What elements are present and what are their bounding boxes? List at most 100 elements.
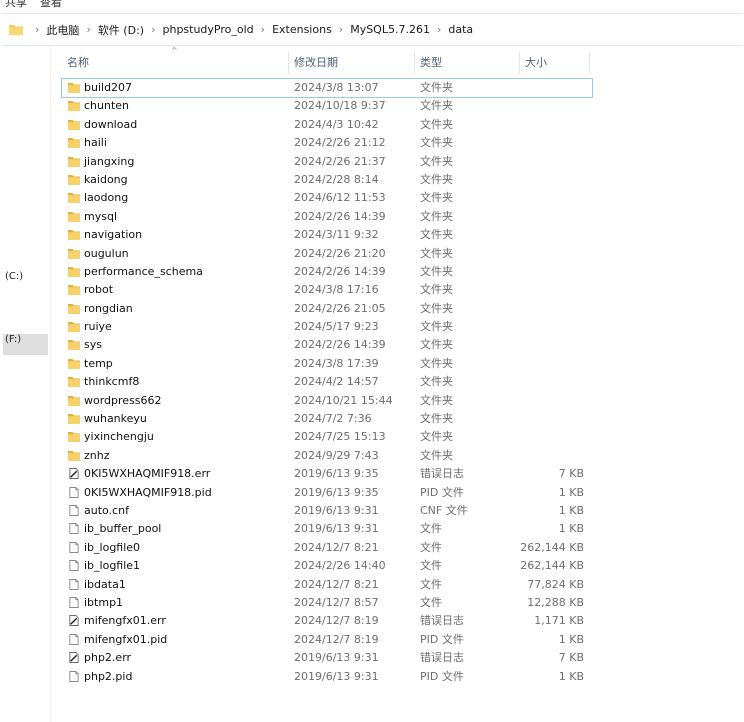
file-name: rongdian xyxy=(84,301,133,315)
file-modified-date: 2024/4/2 14:57 xyxy=(294,375,379,389)
file-row[interactable]: ibdata1 2024/12/7 8:21 文件 77,824 KB xyxy=(62,576,592,594)
file-name: robot xyxy=(84,283,114,297)
column-header-size[interactable]: 大小 xyxy=(520,52,590,74)
file-type: 文件 xyxy=(420,595,442,609)
folder-row[interactable]: wuhankeyu 2024/7/2 7:36 文件夹 xyxy=(62,410,592,428)
file-icon xyxy=(68,578,80,590)
folder-row[interactable]: yixinchengju 2024/7/25 15:13 文件夹 xyxy=(62,428,592,446)
folder-row[interactable]: sys 2024/2/26 14:39 文件夹 xyxy=(62,336,592,354)
folder-row[interactable]: build207 2024/3/8 13:07 文件夹 xyxy=(61,77,593,99)
address-bar[interactable]: › 此电脑 › 软件 (D:) › phpstudyPro_old › Exte… xyxy=(2,13,742,46)
breadcrumb-phpstudy[interactable]: phpstudyPro_old xyxy=(162,23,253,36)
error-log-icon xyxy=(68,652,80,664)
folder-row[interactable]: laodong 2024/6/12 11:53 文件夹 xyxy=(62,189,592,207)
ribbon-tab-share[interactable]: 共享 xyxy=(5,0,27,10)
file-type: 文件 xyxy=(420,540,442,554)
file-row[interactable]: auto.cnf 2019/6/13 9:31 CNF 文件 1 KB xyxy=(62,502,592,520)
folder-icon xyxy=(68,174,80,185)
file-type: 文件夹 xyxy=(420,448,453,462)
ribbon-tab-view[interactable]: 查看 xyxy=(40,0,62,10)
file-row[interactable]: php2.pid 2019/6/13 9:31 PID 文件 1 KB xyxy=(62,668,592,686)
file-name: sys xyxy=(84,338,102,352)
file-row[interactable]: ib_buffer_pool 2019/6/13 9:31 文件 1 KB xyxy=(62,520,592,538)
file-row[interactable]: mifengfx01.pid 2024/12/7 8:19 PID 文件 1 KB xyxy=(62,631,592,649)
folder-row[interactable]: haili 2024/2/26 21:12 文件夹 xyxy=(62,134,592,152)
breadcrumb-drive-d[interactable]: 软件 (D:) xyxy=(98,22,144,38)
folder-row[interactable]: navigation 2024/3/11 9:32 文件夹 xyxy=(62,226,592,244)
file-name: chunten xyxy=(84,99,130,113)
folder-row[interactable]: ruiye 2024/5/17 9:23 文件夹 xyxy=(62,318,592,336)
file-icon xyxy=(68,560,80,572)
file-modified-date: 2024/2/28 8:14 xyxy=(294,172,379,186)
folder-row[interactable]: kaidong 2024/2/28 8:14 文件夹 xyxy=(62,171,592,189)
file-modified-date: 2024/2/26 21:20 xyxy=(294,246,386,260)
file-size: 77,824 KB xyxy=(527,577,584,591)
folder-row[interactable]: robot 2024/3/8 17:16 文件夹 xyxy=(62,281,592,299)
file-size: 1 KB xyxy=(558,669,584,683)
nav-drive-c[interactable]: (C:) xyxy=(5,271,23,282)
folder-icon xyxy=(68,303,80,314)
file-row[interactable]: ibtmp1 2024/12/7 8:57 文件 12,288 KB xyxy=(62,594,592,612)
folder-row[interactable]: download 2024/4/3 10:42 文件夹 xyxy=(62,116,592,134)
file-type: 文件 xyxy=(420,559,442,573)
file-row[interactable]: ib_logfile0 2024/12/7 8:21 文件 262,144 KB xyxy=(62,539,592,557)
file-name: kaidong xyxy=(84,172,128,186)
breadcrumb-mysql[interactable]: MySQL5.7.261 xyxy=(350,23,430,36)
file-type: 文件夹 xyxy=(420,81,453,94)
file-name: ib_logfile0 xyxy=(84,540,141,554)
file-row[interactable]: 0KI5WXHAQMIF918.pid 2019/6/13 9:35 PID 文件 1… xyxy=(62,484,592,502)
file-modified-date: 2024/12/7 8:21 xyxy=(294,577,379,591)
file-type: 文件夹 xyxy=(420,375,453,389)
breadcrumb-this-pc[interactable]: 此电脑 xyxy=(46,22,79,38)
file-modified-date: 2019/6/13 9:31 xyxy=(294,522,379,536)
column-header-date[interactable]: 修改日期 xyxy=(289,52,414,74)
file-type: 文件夹 xyxy=(420,191,453,205)
file-name: ougulun xyxy=(84,246,129,260)
folder-icon xyxy=(68,284,80,296)
file-type: PID 文件 xyxy=(420,632,464,646)
column-header-name[interactable]: 名称 xyxy=(62,52,288,74)
file-size: 1 KB xyxy=(558,485,584,499)
ribbon-strip: 共享 查看 xyxy=(0,0,744,10)
folder-row[interactable]: znhz 2024/9/29 7:43 文件夹 xyxy=(62,447,592,465)
column-divider[interactable] xyxy=(589,52,590,74)
chevron-right-icon[interactable]: › xyxy=(437,23,441,36)
file-modified-date: 2024/6/12 11:53 xyxy=(294,191,386,205)
folder-row[interactable]: jiangxing 2024/2/26 21:37 文件夹 xyxy=(62,153,592,171)
folder-row[interactable]: temp 2024/3/8 17:39 文件夹 xyxy=(62,355,592,373)
file-icon xyxy=(68,633,80,645)
chevron-right-icon[interactable]: › xyxy=(339,23,343,36)
folder-row[interactable]: wordpress662 2024/10/21 15:44 文件夹 xyxy=(62,392,592,410)
folder-icon xyxy=(68,321,80,333)
breadcrumb-data[interactable]: data xyxy=(448,23,473,36)
folder-icon xyxy=(68,450,80,461)
file-row[interactable]: php2.err 2019/6/13 9:31 错误日志 7 KB xyxy=(62,649,592,667)
folder-row[interactable]: rongdian 2024/2/26 21:05 文件夹 xyxy=(62,300,592,318)
folder-row[interactable]: chunten 2024/10/18 9:37 文件夹 xyxy=(62,97,592,115)
file-name: wuhankeyu xyxy=(84,412,147,426)
nav-drive-f[interactable]: (F:) xyxy=(5,334,21,345)
file-modified-date: 2019/6/13 9:35 xyxy=(294,485,379,499)
file-modified-date: 2019/6/13 9:31 xyxy=(294,503,379,517)
file-row[interactable]: mifengfx01.err 2024/12/7 8:19 错误日志 1,171 KB xyxy=(62,612,592,630)
file-name: wordpress662 xyxy=(84,393,162,407)
breadcrumb-extensions[interactable]: Extensions xyxy=(272,23,332,36)
chevron-right-icon[interactable]: › xyxy=(261,23,265,36)
file-modified-date: 2019/6/13 9:31 xyxy=(294,651,379,665)
file-list: build207 2024/3/8 13:07 文件夹 chunten 2024/10/… xyxy=(61,77,593,686)
folder-row[interactable]: performance_schema 2024/2/26 14:39 文件夹 xyxy=(62,263,592,281)
chevron-right-icon[interactable]: › xyxy=(86,23,90,36)
chevron-right-icon[interactable]: › xyxy=(151,23,155,36)
column-header-type[interactable]: 类型 xyxy=(415,52,519,74)
folder-row[interactable]: thinkcmf8 2024/4/2 14:57 文件夹 xyxy=(62,373,592,391)
file-type: 错误日志 xyxy=(420,467,464,481)
folder-icon xyxy=(68,156,80,167)
file-modified-date: 2024/2/26 14:39 xyxy=(294,209,386,223)
file-name: navigation xyxy=(84,228,143,242)
folder-row[interactable]: mysql 2024/2/26 14:39 文件夹 xyxy=(62,208,592,226)
file-row[interactable]: 0KI5WXHAQMIF918.err 2019/6/13 9:35 错误日志 7 K… xyxy=(62,465,592,483)
folder-row[interactable]: ougulun 2024/2/26 21:20 文件夹 xyxy=(62,245,592,263)
file-name: 0KI5WXHAQMIF918.err xyxy=(84,467,211,481)
chevron-right-icon[interactable]: › xyxy=(35,23,39,36)
file-row[interactable]: ib_logfile1 2024/2/26 14:40 文件 262,144 KB xyxy=(62,557,592,575)
